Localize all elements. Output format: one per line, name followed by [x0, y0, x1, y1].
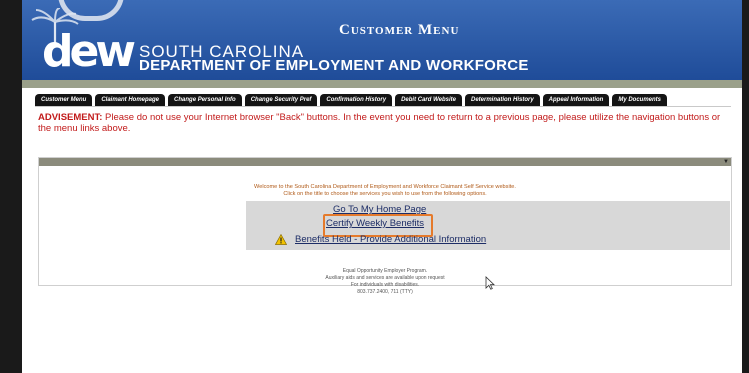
- page-header: dew SOUTH CAROLINA DEPARTMENT OF EMPLOYM…: [22, 0, 742, 80]
- mouse-cursor-icon: [485, 276, 495, 290]
- nav-tabs: Customer Menu Claimant Homepage Change P…: [35, 94, 668, 106]
- certify-weekly-benefits-link[interactable]: Certify Weekly Benefits: [326, 218, 424, 229]
- browser-viewport: dew SOUTH CAROLINA DEPARTMENT OF EMPLOYM…: [22, 0, 742, 373]
- warning-icon: [275, 234, 287, 245]
- advisement-label: ADVISEMENT:: [38, 112, 103, 123]
- advisement-text: Please do not use your Internet browser …: [38, 112, 721, 134]
- panel-header-bar: [39, 158, 731, 166]
- tab-debit-card-website[interactable]: Debit Card Website: [395, 94, 462, 106]
- tab-appeal-information[interactable]: Appeal Information: [542, 94, 610, 106]
- footer-line-3: For individuals with disabilities.: [350, 282, 420, 288]
- tab-customer-menu[interactable]: Customer Menu: [35, 94, 93, 106]
- tab-confirmation-history[interactable]: Confirmation History: [320, 94, 393, 106]
- footer-line-2: Auxiliary aids and services are availabl…: [325, 275, 445, 281]
- org-name-line2: DEPARTMENT OF EMPLOYMENT AND WORKFORCE: [139, 57, 529, 74]
- nav-divider: [35, 106, 731, 107]
- dew-logo: dew: [42, 26, 136, 77]
- welcome-text-line2: Click on the title to choose the service…: [283, 191, 487, 197]
- footer-line-1: Equal Opportunity Employer Program.: [342, 268, 428, 274]
- welcome-text-line1: Welcome to the South Carolina Department…: [254, 184, 516, 190]
- tab-change-security-pref[interactable]: Change Security Pref: [244, 94, 318, 106]
- advisement-notice: ADVISEMENT: Please do not use your Inter…: [38, 112, 732, 134]
- main-panel: ▼ Welcome to the South Carolina Departme…: [38, 157, 732, 295]
- tab-determination-history[interactable]: Determination History: [464, 94, 540, 106]
- benefits-held-link[interactable]: Benefits Held - Provide Additional Infor…: [295, 234, 486, 245]
- header-divider: [22, 80, 742, 88]
- tab-claimant-homepage[interactable]: Claimant Homepage: [95, 94, 166, 106]
- footer-line-4: 803.737.2400, 711 (TTY): [357, 289, 413, 295]
- tab-change-personal-info[interactable]: Change Personal Info: [168, 94, 242, 106]
- page-title: Customer Menu: [339, 22, 460, 38]
- tab-my-documents[interactable]: My Documents: [612, 94, 668, 106]
- dropdown-arrow-icon[interactable]: ▼: [723, 158, 729, 166]
